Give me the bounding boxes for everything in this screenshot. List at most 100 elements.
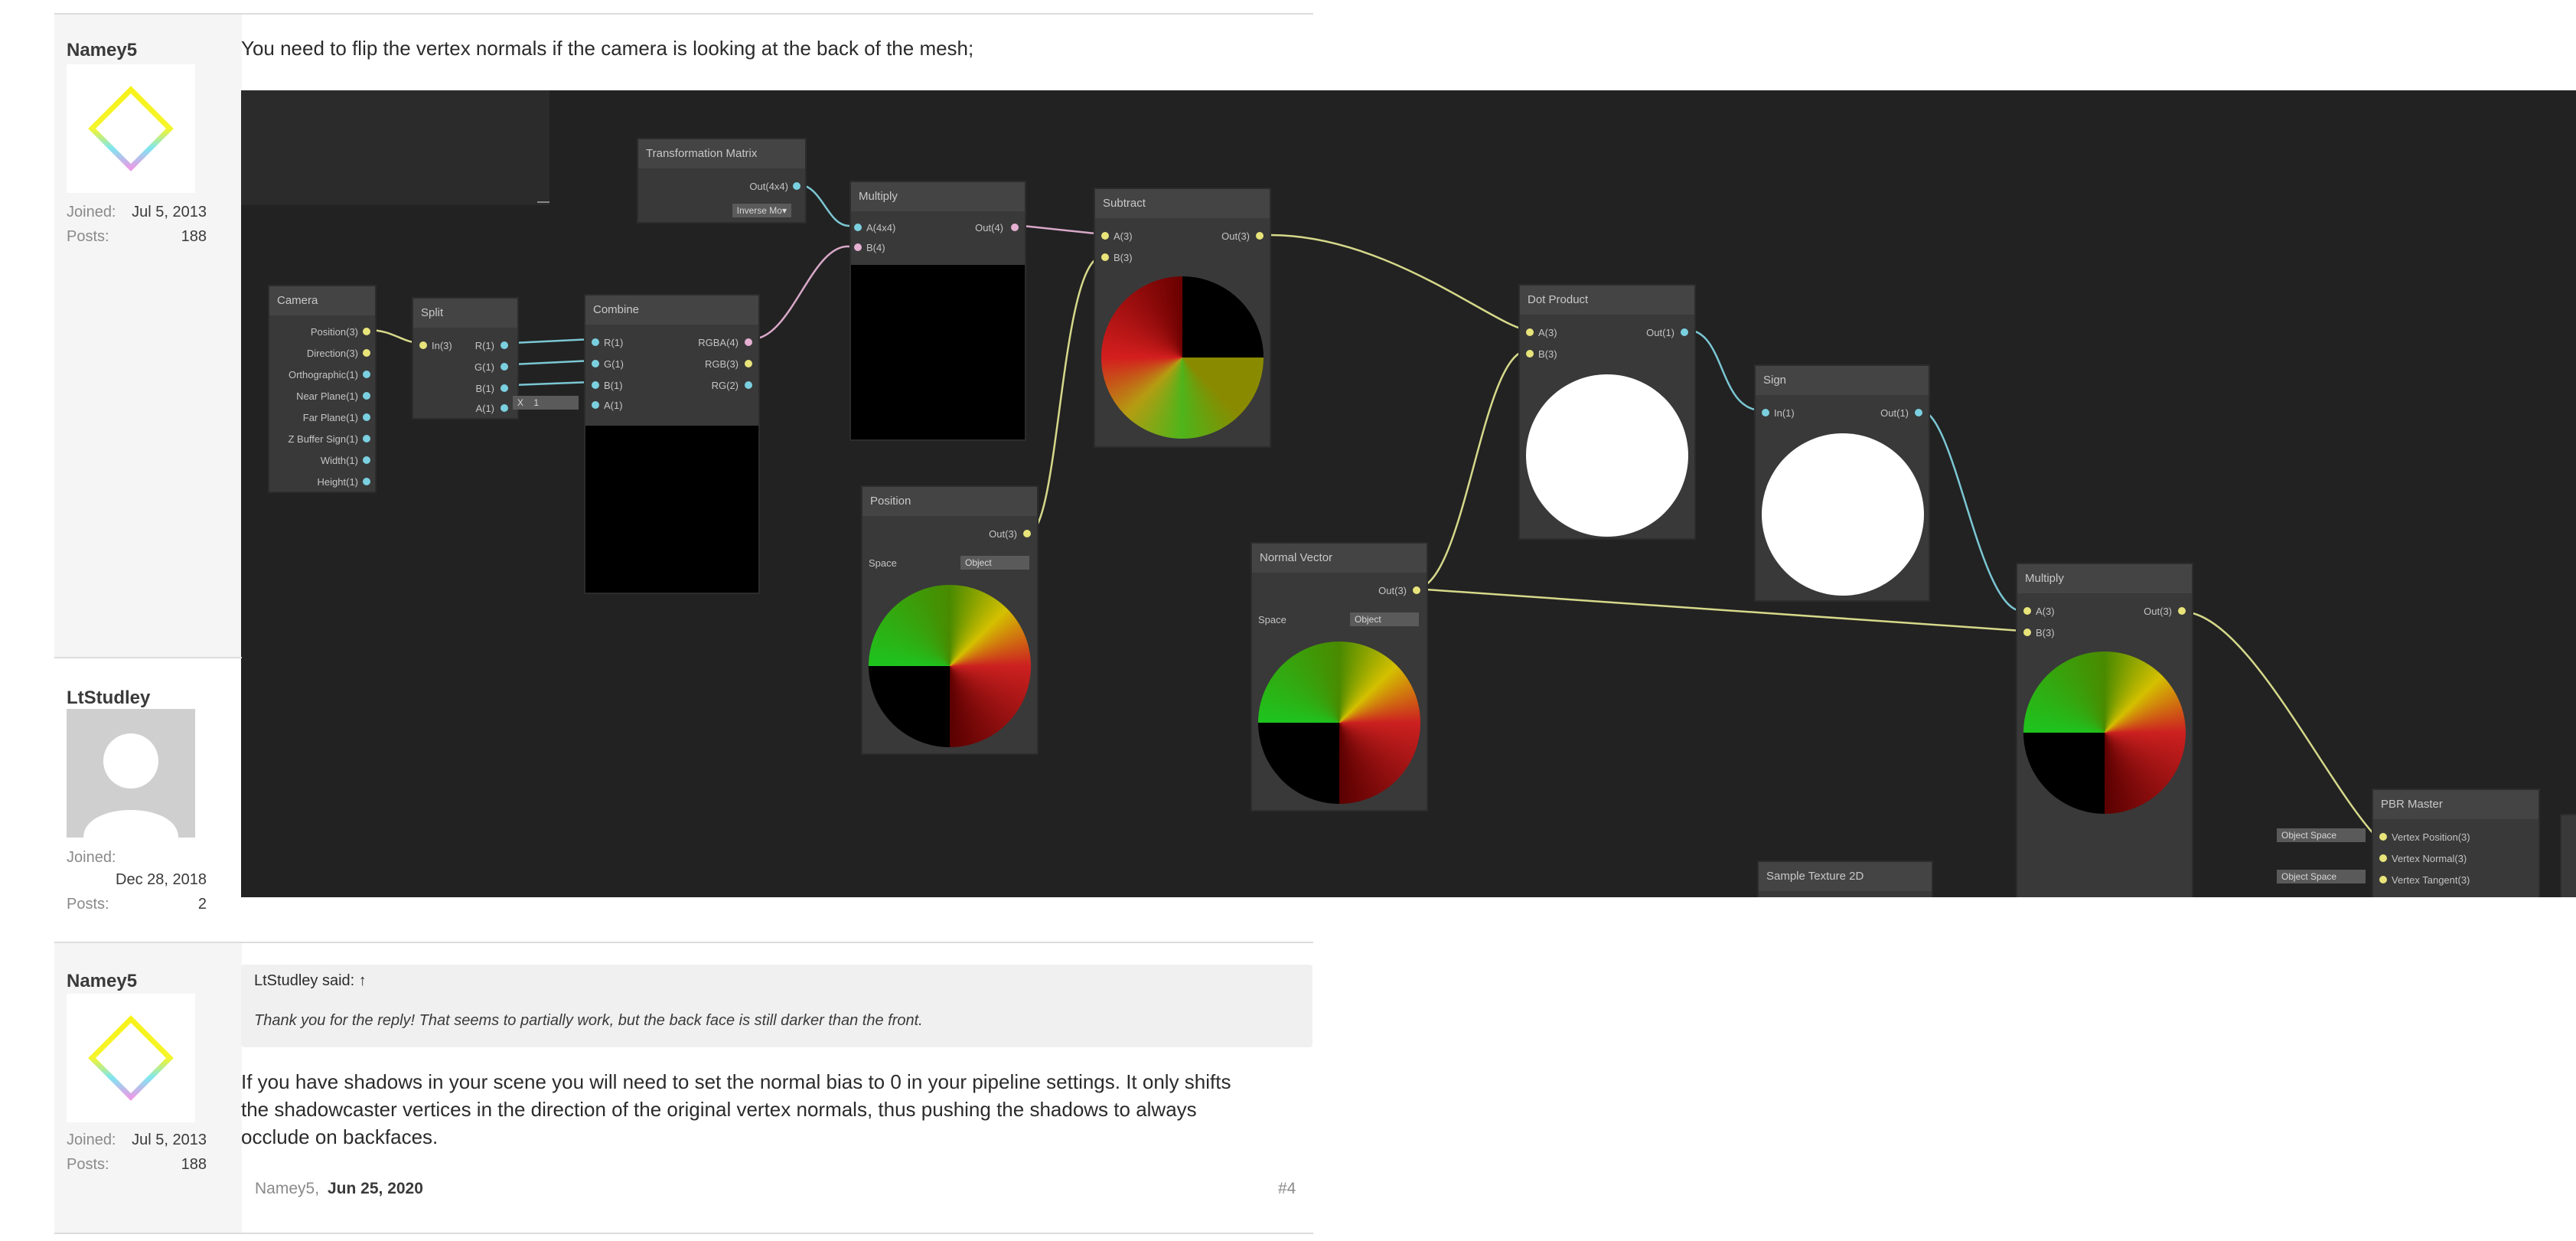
joined-label: Joined: xyxy=(67,1132,116,1148)
port-dot[interactable] xyxy=(1011,224,1019,231)
port-position: Position(3) xyxy=(310,326,358,338)
post-message-line: the shadowcaster vertices in the directi… xyxy=(241,1098,1197,1121)
normal-vector-node[interactable]: Normal Vector Out(3) Space Object xyxy=(1251,542,1428,812)
node-title: Combine xyxy=(585,296,758,325)
avatar[interactable] xyxy=(67,994,195,1122)
sign-node[interactable]: Sign In(1) Out(1) xyxy=(1754,364,1930,602)
shader-graph-screenshot[interactable]: Transformation Matrix Out(4x4) Inverse M… xyxy=(241,90,2576,897)
port-dot[interactable] xyxy=(1526,350,1534,358)
port-dot[interactable] xyxy=(501,404,508,412)
joined-label: Joined: xyxy=(67,204,116,220)
matrix-type-dropdown[interactable]: Inverse Mo▾ xyxy=(732,204,791,217)
port-dot[interactable] xyxy=(501,384,508,392)
node-title: Sign xyxy=(1756,366,1929,395)
space-dropdown[interactable]: Object xyxy=(1350,612,1419,626)
post-message: You need to flip the vertex normals if t… xyxy=(241,37,974,60)
space-label: Space xyxy=(869,557,897,569)
port-dot[interactable] xyxy=(363,371,370,378)
avatar[interactable] xyxy=(67,709,195,838)
space-dropdown[interactable]: Object xyxy=(960,556,1029,570)
port-dot[interactable] xyxy=(501,363,508,371)
node-title: Split xyxy=(413,299,517,328)
port-dot[interactable] xyxy=(1101,253,1109,261)
username[interactable]: Namey5 xyxy=(67,40,137,61)
pbr-master-node[interactable]: PBR Master Vertex Position(3) Vertex Nor… xyxy=(2372,789,2540,897)
node-title: Multiply xyxy=(2017,564,2192,593)
port-dot[interactable] xyxy=(363,435,370,443)
posts-label: Posts: xyxy=(67,896,109,913)
posts-count: 188 xyxy=(181,1156,207,1173)
port-dot[interactable] xyxy=(592,381,599,389)
combine-a-default-field[interactable]: X 1 xyxy=(513,396,579,410)
username[interactable]: Namey5 xyxy=(67,971,137,992)
sample-texture-2d-node[interactable]: Sample Texture 2D xyxy=(1757,861,1933,897)
port-dot[interactable] xyxy=(745,360,752,367)
normal-preview xyxy=(1258,642,1420,804)
avatar[interactable] xyxy=(67,64,195,193)
port-dot[interactable] xyxy=(592,360,599,367)
port-dot[interactable] xyxy=(1023,530,1031,537)
combine-node[interactable]: Combine R(1) G(1) B(1) A(1) RGBA(4) RGB(… xyxy=(584,294,760,594)
port-dot[interactable] xyxy=(1101,232,1109,240)
port-width: Width(1) xyxy=(320,455,358,466)
port-dot[interactable] xyxy=(1681,328,1688,336)
port-dot[interactable] xyxy=(1915,409,1922,416)
port-dot[interactable] xyxy=(1256,232,1264,240)
port-dot[interactable] xyxy=(2178,607,2186,615)
post-divider xyxy=(54,13,1313,15)
split-node[interactable]: Split In(3) R(1) G(1) B(1) A(1) xyxy=(412,297,519,420)
node-title: Multiply xyxy=(851,182,1025,211)
post-footer-author[interactable]: Namey5, xyxy=(255,1180,319,1198)
port-dot[interactable] xyxy=(419,341,427,349)
port-dot[interactable] xyxy=(745,381,752,389)
quote-header[interactable]: LtStudley said: ↑ xyxy=(254,972,367,990)
multiply-node[interactable]: Multiply A(4x4) B(4) Out(4) xyxy=(849,181,1026,441)
sign-preview xyxy=(1762,433,1924,596)
port-dot[interactable] xyxy=(2379,854,2387,862)
port-out: Out(1) xyxy=(1646,327,1674,338)
port-dot[interactable] xyxy=(363,478,370,485)
port-dot[interactable] xyxy=(501,341,508,349)
port-dot[interactable] xyxy=(1762,409,1769,416)
port-dot[interactable] xyxy=(592,401,599,409)
default-user-icon xyxy=(83,733,178,838)
port-dot[interactable] xyxy=(2379,876,2387,883)
transformation-matrix-node[interactable]: Transformation Matrix Out(4x4) Inverse M… xyxy=(637,138,807,224)
port-dot[interactable] xyxy=(1413,586,1420,594)
username[interactable]: LtStudley xyxy=(67,687,150,709)
x-value[interactable]: 1 xyxy=(533,397,539,408)
dot-product-node[interactable]: Dot Product A(3) B(3) Out(1) xyxy=(1518,284,1696,540)
port-dot[interactable] xyxy=(363,328,370,335)
posts-label: Posts: xyxy=(67,228,109,245)
port-dot[interactable] xyxy=(592,338,599,346)
multiply-preview xyxy=(2023,652,2186,814)
partial-node[interactable] xyxy=(2560,814,2576,897)
post-footer-date[interactable]: Jun 25, 2020 xyxy=(328,1180,423,1198)
port-dot[interactable] xyxy=(363,392,370,400)
object-space-tag[interactable]: Object Space xyxy=(2277,870,2366,883)
post-permalink[interactable]: #4 xyxy=(1278,1180,1296,1198)
port-a: A(1) xyxy=(475,403,494,414)
port-dot[interactable] xyxy=(363,456,370,464)
port-dot[interactable] xyxy=(2023,629,2031,636)
port-dot[interactable] xyxy=(854,224,862,231)
subtract-node[interactable]: Subtract A(3) B(3) Out(3) xyxy=(1094,188,1271,448)
port-dot[interactable] xyxy=(2379,833,2387,841)
port-dot[interactable] xyxy=(363,413,370,421)
object-space-tag[interactable]: Object Space xyxy=(2277,828,2366,842)
diamond-avatar-icon xyxy=(88,86,174,171)
quote-text: Thank you for the reply! That seems to p… xyxy=(254,1012,923,1029)
joined-date: Jul 5, 2013 xyxy=(132,204,207,220)
port-dot[interactable] xyxy=(745,338,752,346)
multiply-node[interactable]: Multiply A(3) B(3) Out(3) xyxy=(2016,563,2193,897)
position-node[interactable]: Position Out(3) Space Object xyxy=(861,485,1039,755)
camera-node[interactable]: Camera Position(3) Direction(3) Orthogra… xyxy=(268,285,377,493)
port-dot[interactable] xyxy=(363,349,370,357)
port-a: A(3) xyxy=(2036,606,2055,617)
port-dot[interactable] xyxy=(2023,607,2031,615)
port-vertex-tangent: Vertex Tangent(3) xyxy=(2392,874,2470,886)
port-dot[interactable] xyxy=(1526,328,1534,336)
port-b: B(1) xyxy=(604,380,623,391)
port-dot[interactable] xyxy=(854,243,862,251)
port-dot[interactable] xyxy=(793,182,801,190)
